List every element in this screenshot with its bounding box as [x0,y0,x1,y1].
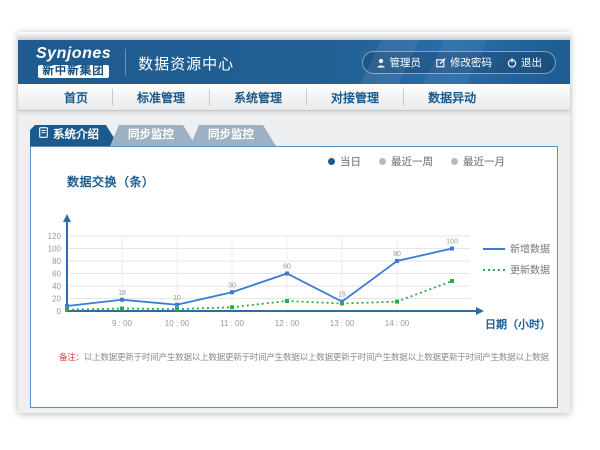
logo-text-en: Synjones [36,46,111,62]
radio-last-month-label: 最近一月 [463,154,505,169]
nav-item-system-management[interactable]: 系统管理 [209,89,306,106]
svg-text:新增数据: 新增数据 [510,243,550,256]
header-divider [125,49,126,75]
svg-text:80: 80 [52,257,61,266]
svg-text:40: 40 [52,282,61,291]
footnote-text: 以上数据更新于时间产生数据以上数据更新于时间产生数据以上数据更新于时间产生数据以… [84,352,549,362]
radio-today-label: 当日 [340,154,361,169]
svg-text:30: 30 [228,282,236,289]
radio-unselected-icon [379,158,386,165]
tab-system-introduction[interactable]: 系统介绍 [30,125,119,146]
tab-sync-monitor-1[interactable]: 同步监控 [110,125,196,146]
radio-last-week-label: 最近一周 [391,154,433,169]
nav-item-standard-management[interactable]: 标准管理 [112,89,209,106]
main-navigation: 首页 标准管理 系统管理 对接管理 数据异动 [18,84,570,111]
radio-selected-icon [328,158,335,165]
nav-item-home[interactable]: 首页 [40,89,112,106]
tab-bar: 系统介绍 同步监控 同步监控 [30,125,570,146]
nav-item-data-changes[interactable]: 数据异动 [403,89,500,106]
window-top-strip [18,32,570,40]
line-chart: 0 20 40 60 80 100 120 9 : 00 10 : 00 11 : 00 12 : … [37,191,557,343]
nav-item-integration-management[interactable]: 对接管理 [306,89,403,106]
logout-label: 退出 [521,55,542,70]
svg-text:14 : 00: 14 : 00 [385,319,410,328]
radio-unselected-icon [451,158,458,165]
page-title: 数据资源中心 [138,53,234,74]
logout-button[interactable]: 退出 [507,55,542,70]
user-toolbar: 管理员 修改密码 退出 [362,51,557,74]
app-header: Synjones 新中新集团 数据资源中心 管理员 修改密码 [18,40,570,84]
svg-text:100: 100 [446,239,458,246]
tab-sync-monitor-2[interactable]: 同步监控 [190,125,276,146]
current-user-label: 管理员 [390,55,422,70]
svg-text:18: 18 [118,290,126,297]
user-icon [376,58,386,68]
svg-text:10: 10 [173,295,181,302]
company-logo: Synjones 新中新集团 [36,46,111,79]
power-icon [507,58,517,68]
radio-today[interactable]: 当日 [328,154,361,169]
legend-item[interactable]: 新增数据 [483,243,550,256]
chart-container: 0 20 40 60 80 100 120 9 : 00 10 : 00 11 : 00 12 : … [37,191,557,348]
chart-panel: 当日 最近一周 最近一月 数据交换（条） 0 20 40 60 80 100 120 9 : … [30,146,558,408]
logo-text-cn: 新中新集团 [38,65,109,79]
edit-icon [436,58,446,68]
radio-last-week[interactable]: 最近一周 [379,154,433,169]
svg-text:60: 60 [283,264,291,271]
chart-y-axis-title: 数据交换（条） [67,173,155,190]
svg-text:80: 80 [393,251,401,258]
svg-text:日期（小时）: 日期（小时） [485,317,551,331]
legend-item[interactable]: 更新数据 [483,264,550,277]
svg-text:20: 20 [52,295,61,304]
svg-text:更新数据: 更新数据 [510,264,550,277]
time-range-filter: 当日 最近一周 最近一月 [328,154,505,169]
footnote-label: 备注： [59,352,84,362]
tab-label: 系统介绍 [53,125,99,146]
svg-text:0: 0 [57,307,62,316]
svg-text:100: 100 [48,245,62,254]
change-password-label: 修改密码 [450,55,492,70]
svg-text:15: 15 [338,292,346,299]
svg-text:11 : 00: 11 : 00 [220,319,244,328]
current-user[interactable]: 管理员 [376,55,422,70]
svg-text:60: 60 [52,270,61,279]
svg-text:10 : 00: 10 : 00 [165,319,190,328]
svg-text:12 : 00: 12 : 00 [275,319,300,328]
content-area: 系统介绍 同步监控 同步监控 当日 最近一周 最近一月 数据交换 [18,125,570,427]
app-window: Synjones 新中新集团 数据资源中心 管理员 修改密码 [18,32,570,413]
svg-text:120: 120 [48,232,62,241]
svg-text:13 : 00: 13 : 00 [330,319,355,328]
svg-text:9 : 00: 9 : 00 [112,319,133,328]
document-icon [39,125,48,146]
footnote: 备注：以上数据更新于时间产生数据以上数据更新于时间产生数据以上数据更新于时间产生… [59,351,549,363]
change-password-button[interactable]: 修改密码 [436,55,492,70]
radio-last-month[interactable]: 最近一月 [451,154,505,169]
